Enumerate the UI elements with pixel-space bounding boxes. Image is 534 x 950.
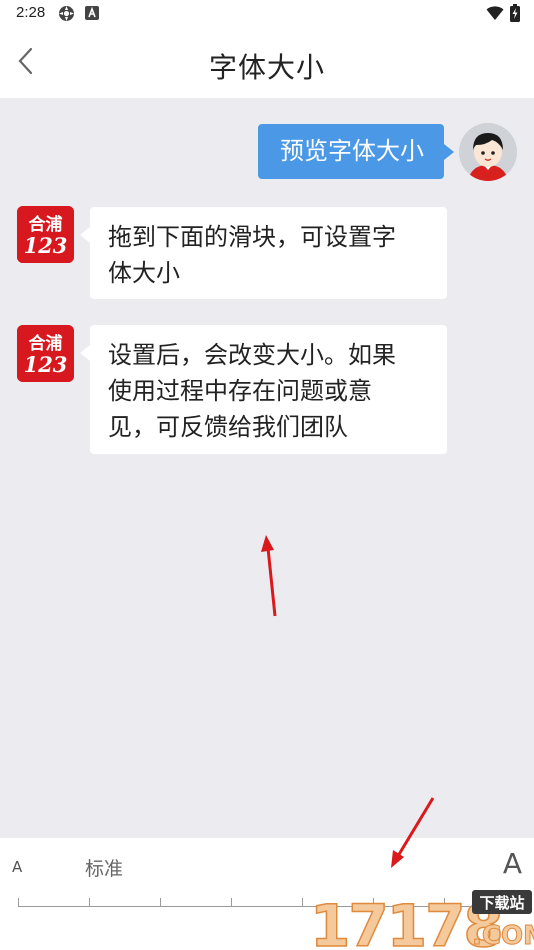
slider-tick[interactable] (89, 898, 90, 907)
bot-message-line: 使用过程中存在问题或意 (108, 377, 372, 405)
battery-charging-icon (510, 4, 520, 26)
watermark-17178: 17178 下载站 .COM (308, 884, 534, 950)
status-right-group (486, 4, 520, 26)
status-bar: 2:28 (0, 0, 534, 28)
small-font-label: A (12, 858, 23, 876)
bot-logo-text-top: 合浦 (29, 333, 63, 354)
watermark-suffix: .COM (472, 921, 534, 950)
slider-tick[interactable] (302, 898, 303, 907)
wifi-icon (486, 5, 504, 25)
current-size-label: 标准 (85, 858, 124, 880)
bot-message-line: 设置后，会改变大小。如果 (108, 341, 396, 369)
font-size-screen: 2:28 字体大小 预览字体大小 合浦 123 拖到下面的滑块，可设置字 体大小… (0, 0, 534, 950)
bot-message-line: 见，可反馈给我们团队 (108, 413, 348, 441)
chat-preview-area: 预览字体大小 合浦 123 拖到下面的滑块，可设置字 体大小 合浦 123 设置… (0, 98, 534, 838)
bot-logo: 合浦 123 (17, 206, 74, 263)
slider-tick[interactable] (231, 898, 232, 907)
bot-message-bubble-1: 拖到下面的滑块，可设置字 体大小 (80, 207, 447, 299)
page-title: 字体大小 (208, 51, 325, 84)
slider-tick[interactable] (160, 898, 161, 907)
bot-message-line: 体大小 (108, 259, 180, 287)
user-avatar (459, 123, 517, 181)
slider-tick[interactable] (18, 898, 19, 907)
large-font-label: A (502, 847, 522, 880)
app-header: 字体大小 (0, 28, 534, 98)
settings-cog-icon (58, 5, 74, 21)
bot-logo-text-bottom: 123 (24, 352, 68, 377)
bot-logo-text-bottom: 123 (24, 233, 68, 258)
bot-logo: 合浦 123 (17, 325, 74, 382)
watermark-badge: 下载站 (479, 894, 524, 912)
bot-message-line: 拖到下面的滑块，可设置字 (108, 223, 396, 251)
text-a-icon (84, 5, 100, 21)
user-message-bubble: 预览字体大小 (258, 124, 454, 179)
bot-message-bubble-2: 设置后，会改变大小。如果 使用过程中存在问题或意 见，可反馈给我们团队 (80, 325, 447, 454)
status-time: 2:28 (16, 4, 46, 21)
bot-logo-text-top: 合浦 (29, 214, 63, 235)
